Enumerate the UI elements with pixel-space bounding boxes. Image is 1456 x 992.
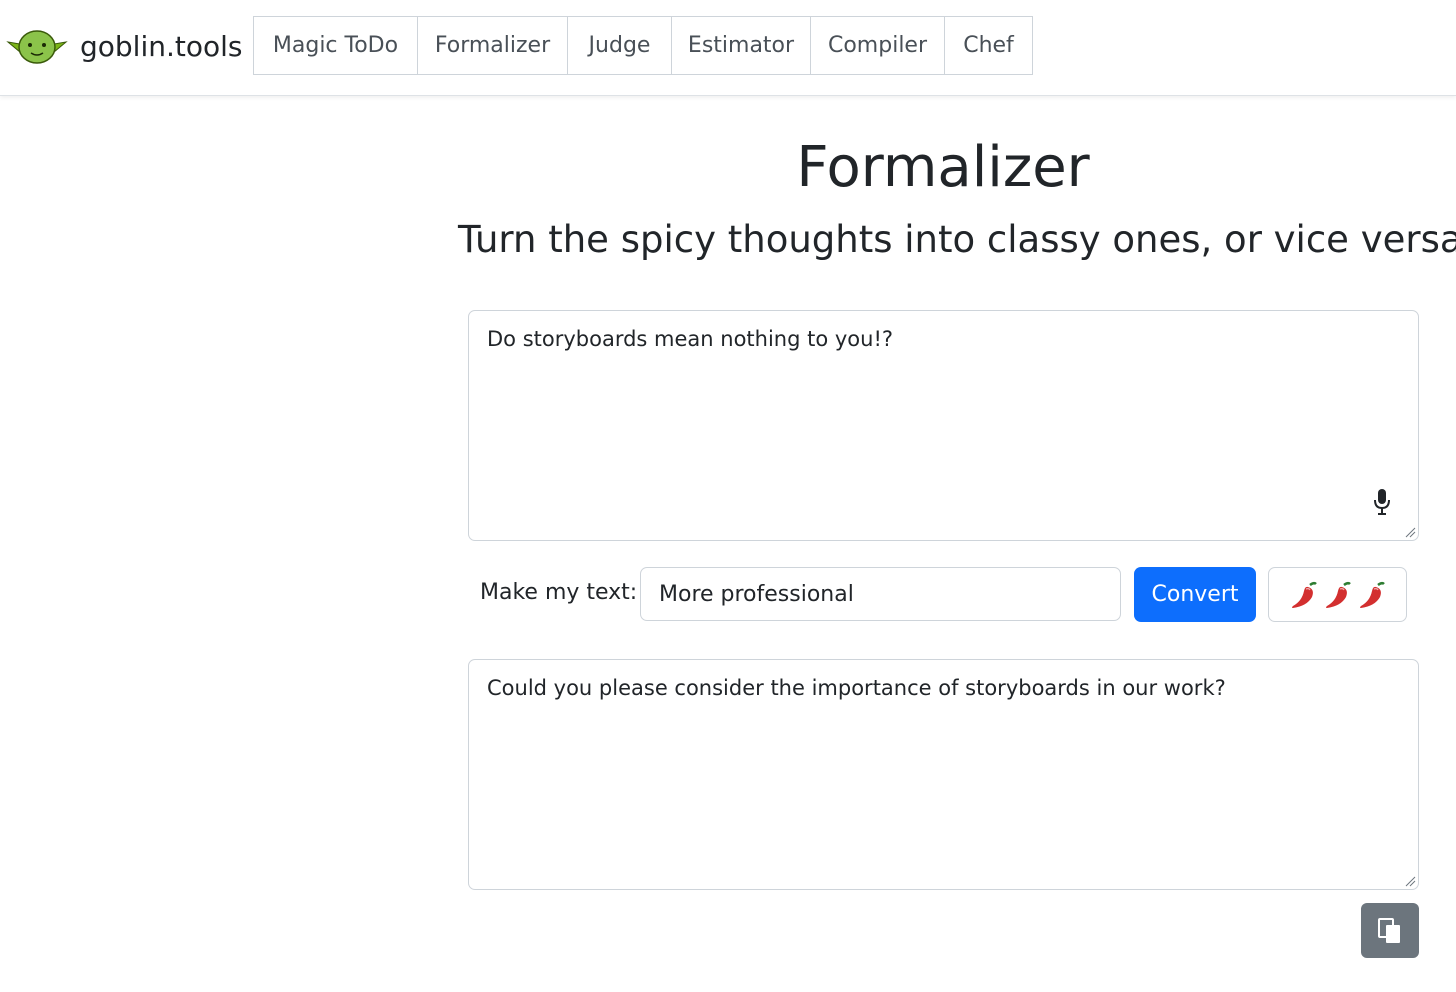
goblin-logo-icon bbox=[6, 30, 68, 64]
resize-grip-icon[interactable] bbox=[1404, 526, 1416, 538]
style-select[interactable]: More professional bbox=[640, 567, 1121, 621]
resize-grip-icon[interactable] bbox=[1404, 875, 1416, 887]
nav-compiler[interactable]: Compiler bbox=[810, 16, 945, 75]
chili-pepper-icon bbox=[1359, 581, 1385, 608]
microphone-icon[interactable] bbox=[1372, 488, 1392, 516]
output-textarea[interactable]: Could you please consider the importance… bbox=[468, 659, 1419, 890]
top-navbar: goblin.tools Magic ToDo Formalizer Judge… bbox=[0, 0, 1456, 96]
spiciness-button[interactable] bbox=[1268, 567, 1407, 622]
nav-formalizer[interactable]: Formalizer bbox=[417, 16, 568, 75]
input-textarea[interactable]: Do storyboards mean nothing to you!? bbox=[468, 310, 1419, 541]
page-subtitle: Turn the spicy thoughts into classy ones… bbox=[458, 218, 1456, 261]
brand-name: goblin.tools bbox=[80, 29, 243, 63]
nav-estimator[interactable]: Estimator bbox=[671, 16, 811, 75]
output-text: Could you please consider the importance… bbox=[487, 676, 1226, 700]
page-title: Formalizer bbox=[796, 135, 1090, 200]
tool-nav: Magic ToDo Formalizer Judge Estimator Co… bbox=[253, 16, 1033, 77]
brand-link[interactable]: goblin.tools bbox=[6, 24, 243, 68]
copy-icon bbox=[1378, 917, 1400, 943]
nav-chef[interactable]: Chef bbox=[944, 16, 1033, 75]
chili-pepper-icon bbox=[1325, 581, 1351, 608]
chili-pepper-icon bbox=[1291, 581, 1317, 608]
nav-magic-todo[interactable]: Magic ToDo bbox=[253, 16, 418, 75]
convert-controls: Make my text: More professional Convert bbox=[468, 566, 1419, 624]
nav-judge[interactable]: Judge bbox=[567, 16, 672, 75]
make-text-label: Make my text: bbox=[480, 580, 638, 605]
input-text: Do storyboards mean nothing to you!? bbox=[487, 327, 894, 351]
convert-button[interactable]: Convert bbox=[1134, 567, 1256, 622]
copy-button[interactable] bbox=[1361, 903, 1419, 958]
